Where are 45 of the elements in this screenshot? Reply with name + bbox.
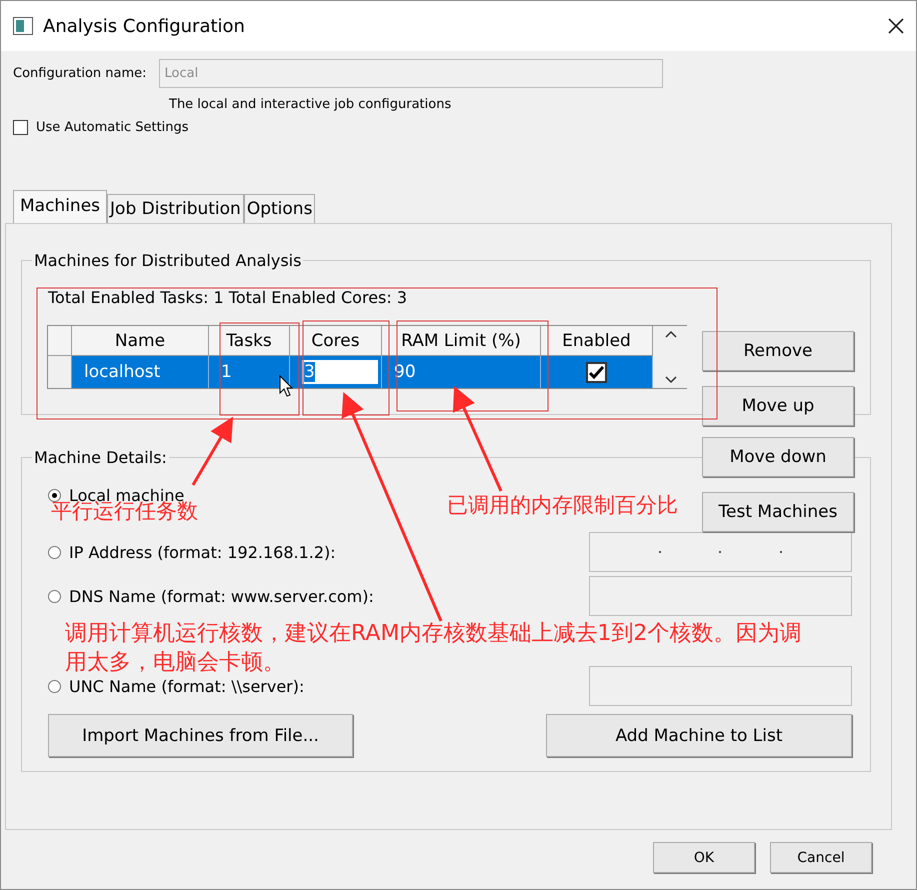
action-button[interactable]: Add Machine to List	[546, 714, 852, 757]
dialog-button[interactable]: OK	[653, 842, 755, 873]
checkbox[interactable]	[13, 120, 28, 135]
corner-header	[48, 326, 72, 356]
radio-button[interactable]	[48, 546, 61, 558]
annotation-arrow	[192, 416, 234, 486]
radio-button[interactable]	[48, 680, 61, 692]
column-header[interactable]: Name	[72, 326, 209, 356]
side-button[interactable]: Move up	[702, 386, 854, 426]
description-text: The local and interactive job configurations	[169, 97, 452, 112]
close-icon[interactable]	[888, 18, 904, 34]
field-label: Configuration name:	[13, 66, 147, 81]
input-field[interactable]	[589, 666, 852, 706]
group-title: Machine Details:	[33, 448, 168, 467]
ip-address-field[interactable]	[589, 532, 852, 572]
tab[interactable]: Options	[244, 194, 316, 223]
summary-text: Total Enabled Tasks: 1 Total Enabled Cores: 3	[48, 288, 408, 307]
tab[interactable]: Machines	[13, 190, 108, 223]
app-icon	[13, 17, 33, 35]
column-header[interactable]: RAM Limit (%)	[382, 326, 541, 356]
table-cell: 1	[209, 356, 290, 388]
radio-button[interactable]	[48, 590, 61, 602]
side-button[interactable]: Move down	[702, 437, 854, 477]
checkbox[interactable]	[586, 362, 607, 382]
column-header[interactable]: Enabled	[541, 326, 653, 356]
annotation-text: 调用计算机运行核数，建议在RAM内存核数基础上减去1到2个核数。因为调用太多，电脑会卡顿。	[65, 620, 802, 677]
checkbox-label: Use Automatic Settings	[36, 120, 189, 135]
annotation-text: 已调用的内存限制百分比	[447, 492, 678, 519]
action-button[interactable]: Import Machines from File...	[48, 714, 353, 757]
radio-button[interactable]	[48, 488, 61, 502]
dialog-button[interactable]: Cancel	[770, 842, 872, 873]
column-header[interactable]: Cores	[290, 326, 382, 356]
radio-label: DNS Name (format: www.server.com):	[69, 586, 374, 606]
window-title: Analysis Configuration	[43, 16, 246, 36]
tab[interactable]: Job Distribution	[107, 194, 244, 223]
group-title: Machines for Distributed Analysis	[33, 251, 302, 270]
radio-label: IP Address (format: 192.168.1.2):	[69, 542, 336, 562]
side-button[interactable]: Test Machines	[702, 492, 854, 532]
table-cell: localhost	[72, 356, 209, 388]
cursor-icon	[279, 375, 293, 397]
input-field[interactable]	[589, 576, 852, 616]
column-header[interactable]: Tasks	[209, 326, 290, 356]
cell-input[interactable]: 3	[300, 358, 380, 386]
side-button[interactable]: Remove	[702, 331, 854, 371]
radio-label: UNC Name (format: \\server):	[69, 676, 304, 696]
